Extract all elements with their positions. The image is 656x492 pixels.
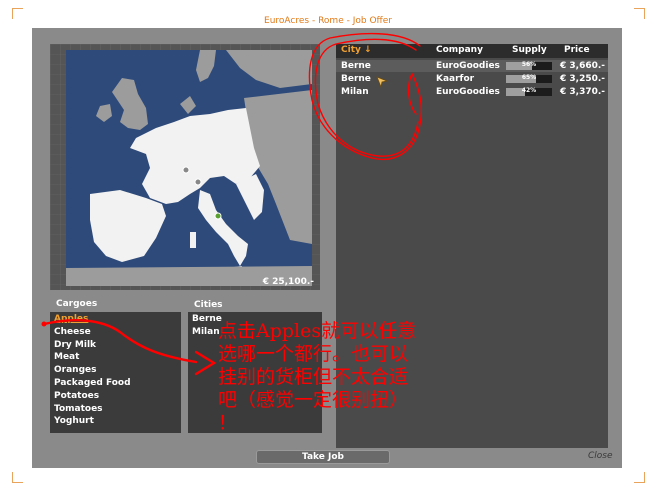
annotation-line: 挂别的货柜但不太合适 [218, 366, 409, 388]
annotation-note: 点击Apples就可以任意 选哪一个都行。也可以 挂别的货柜但不太合适 吧（感觉一定很… [218, 320, 538, 435]
cursor-icon [376, 76, 388, 88]
annotation-line: 吧（感觉一定很别扭） [218, 389, 409, 411]
scribble-loop [308, 32, 422, 160]
annotation-line: ！ [218, 412, 238, 434]
annotation-line: 点击Apples就可以任意 [218, 320, 417, 342]
annotation-line: 选哪一个都行。也可以 [218, 343, 409, 365]
arrow-head [194, 350, 217, 376]
arrow-stroke [42, 318, 198, 364]
